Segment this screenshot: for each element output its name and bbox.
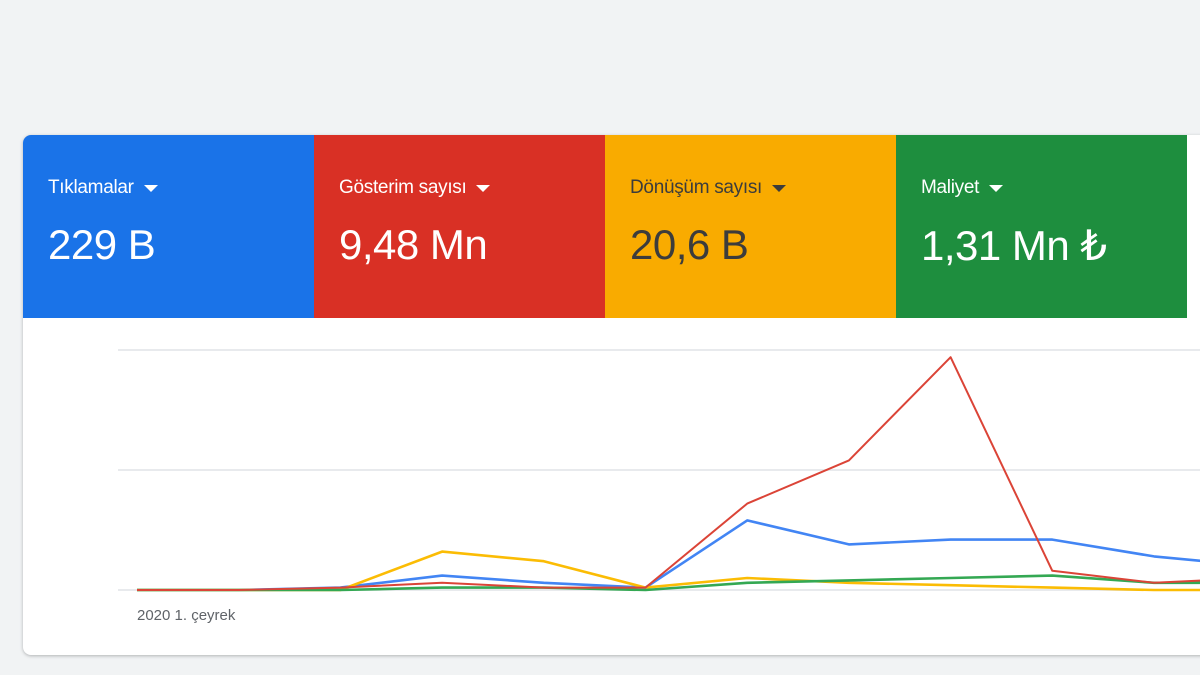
dropdown-caret-icon [772, 184, 787, 192]
dropdown-caret-icon [476, 184, 491, 192]
metric-label: Gösterim sayısı [339, 177, 467, 198]
series-line-dönüşüm-sayısı [137, 550, 1200, 592]
metric-label: Maliyet [921, 177, 980, 198]
metric-label: Dönüşüm sayısı [630, 177, 763, 198]
metric-tiles: Tıklamalar 229 B Gösterim sayısı 9,48 Mn… [23, 135, 1200, 318]
x-axis-start-label: 2020 1. çeyrek [137, 607, 236, 624]
dropdown-caret-icon [143, 184, 158, 192]
metric-value: 9,48 Mn [339, 221, 488, 268]
metric-value: 20,6 B [630, 221, 749, 268]
metric-value: 229 B [48, 221, 156, 268]
metric-tile-conversions[interactable]: Dönüşüm sayısı 20,6 B [605, 135, 896, 318]
metric-tile-impressions[interactable]: Gösterim sayısı 9,48 Mn [314, 135, 605, 318]
metric-value: 1,31 Mn ₺ [921, 222, 1107, 269]
performance-card: Tıklamalar 229 B Gösterim sayısı 9,48 Mn… [23, 135, 1200, 655]
dropdown-caret-icon [989, 184, 1004, 192]
series-line-tıklamalar [137, 519, 1200, 592]
metric-tile-cost[interactable]: Maliyet 1,31 Mn ₺ [896, 135, 1187, 318]
metric-label: Tıklamalar [48, 177, 134, 198]
metric-tile-clicks[interactable]: Tıklamalar 229 B [23, 135, 314, 318]
series-line-gösterim-sayısı [137, 356, 1200, 591]
